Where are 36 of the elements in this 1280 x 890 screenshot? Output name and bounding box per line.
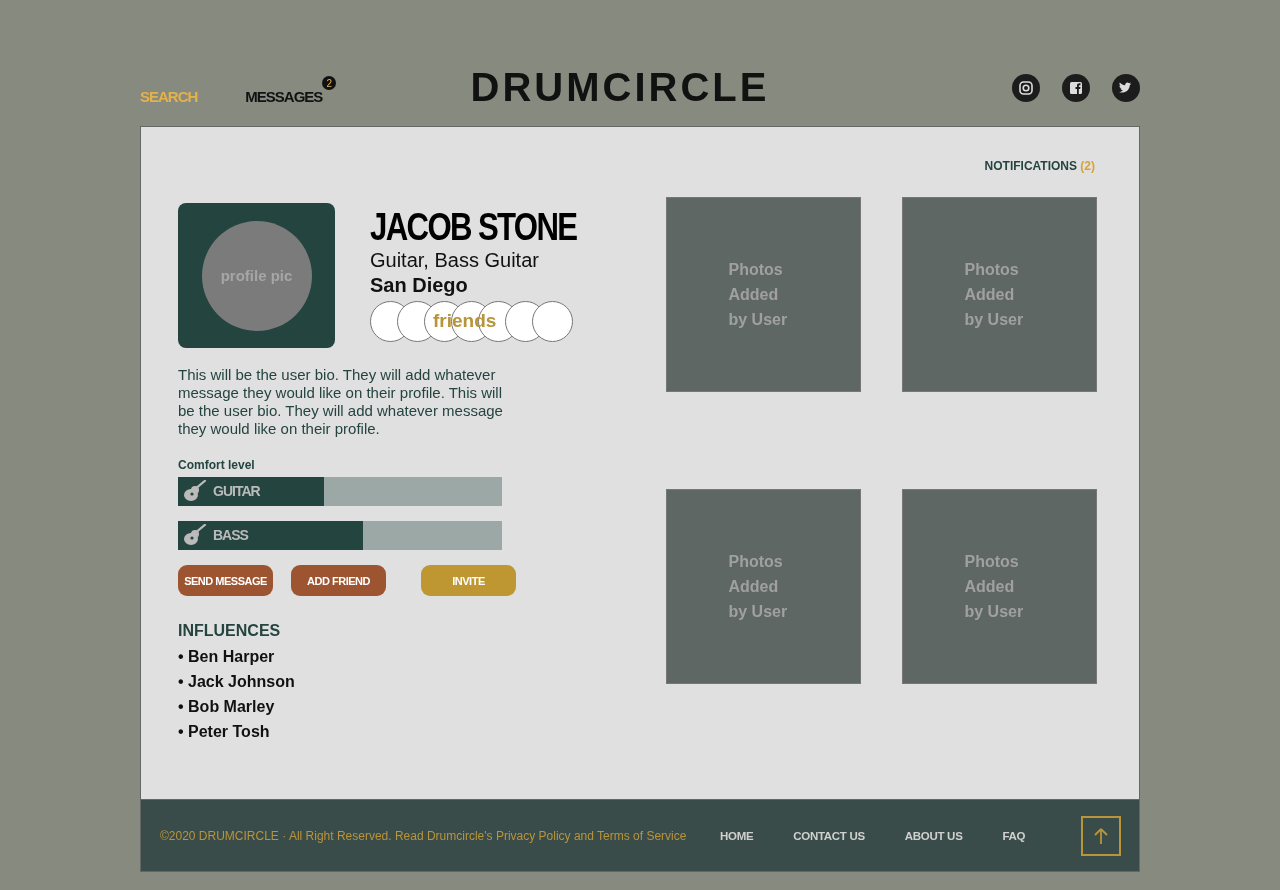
footer-link[interactable]: ABOUT US	[904, 829, 963, 842]
guitar-icon	[183, 524, 209, 546]
guitar-icon	[183, 480, 209, 502]
scroll-top-button[interactable]	[1081, 815, 1121, 856]
instruments: Guitar, Bass Guitar	[370, 249, 540, 272]
user-bio: This will be the user bio. They will add whatever message they would like on their profile. This will be the user bio. They will add whatever message they would like on their profile.	[178, 366, 504, 438]
nav-link[interactable]: MESSAGES	[245, 88, 323, 105]
logo[interactable]: DRUMCIRCLE	[460, 65, 780, 110]
comfort-title: Comfort level	[178, 458, 256, 472]
up-arrow-icon	[1093, 826, 1109, 845]
bird-icon[interactable]	[1112, 74, 1140, 102]
action-button[interactable]: ADD FRIEND	[291, 565, 386, 596]
user-name: JACOB STONE	[370, 205, 577, 249]
photo-caption: Photos Added by User	[964, 552, 1025, 622]
skill-label: GUITAR	[213, 483, 260, 499]
skill-label: BASS	[213, 527, 248, 543]
photo-caption: Photos Added by User	[964, 260, 1025, 330]
friends-avatars[interactable]: friends	[370, 301, 622, 343]
copyright-text: ©2020 DRUMCIRCLE · All Right Reserved. Read Drumcircle's Privacy Policy and Terms of Service	[160, 828, 688, 843]
photo-caption: Photos Added by User	[728, 260, 789, 330]
influence-item: • Ben Harper	[178, 647, 276, 667]
notifications-link[interactable]: NOTIFICATIONS (2)	[984, 159, 1095, 173]
footer-link[interactable]: FAQ	[1002, 829, 1026, 842]
count-badge: 2	[322, 76, 337, 90]
influence-item: • Bob Marley	[178, 697, 276, 717]
photo-caption: Photos Added by User	[728, 552, 789, 622]
facebook-icon[interactable]	[1062, 74, 1090, 102]
location: San Diego	[370, 274, 469, 297]
action-button[interactable]: INVITE	[421, 565, 516, 596]
influences-title: INFLUENCES	[178, 622, 282, 640]
influence-item: • Jack Johnson	[178, 672, 296, 692]
footer-link[interactable]: CONTACT US	[793, 829, 865, 842]
influence-item: • Peter Tosh	[178, 722, 271, 742]
action-button[interactable]: SEND MESSAGE	[178, 565, 273, 596]
footer-link[interactable]: HOME	[720, 829, 754, 842]
camera-icon[interactable]	[1012, 74, 1040, 102]
